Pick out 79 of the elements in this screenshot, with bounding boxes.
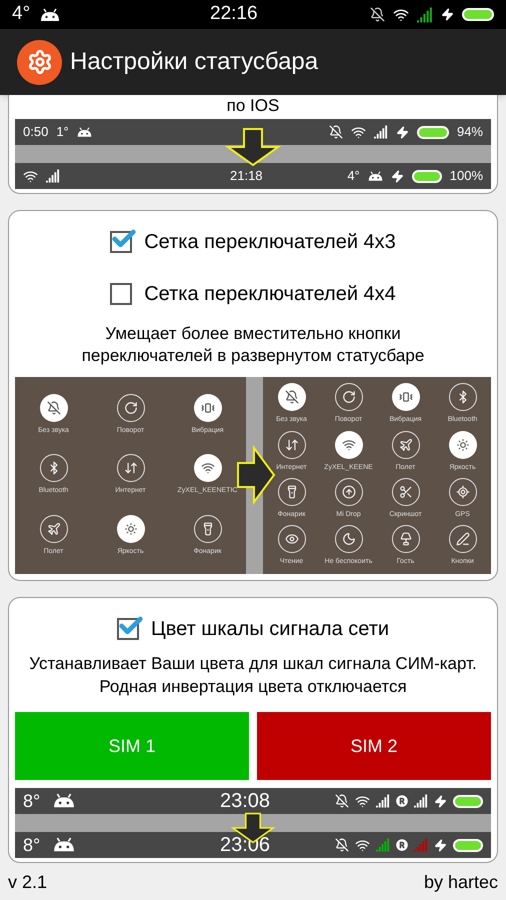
clock: 23:08 bbox=[218, 789, 270, 814]
wifi-icon bbox=[342, 438, 356, 452]
battery-percent: 94% bbox=[456, 123, 483, 142]
phone-vibrate-icon bbox=[398, 390, 412, 404]
caption-text: по IOS bbox=[226, 95, 280, 117]
rotate-icon bbox=[124, 400, 138, 415]
battery-icon bbox=[462, 8, 494, 21]
phone-vibrate-icon bbox=[200, 400, 214, 415]
battery-icon bbox=[412, 170, 442, 182]
bell-off-icon bbox=[335, 794, 349, 808]
right-arrow-icon bbox=[236, 445, 276, 505]
description-text: Устанавливает Ваши цвета для шкал сигнала СИМ-карт. Родная инвертация цвета отключается bbox=[28, 653, 478, 698]
logo-icon bbox=[17, 40, 62, 84]
location-icon bbox=[456, 484, 470, 499]
sun-icon bbox=[456, 438, 470, 452]
author-text: by hartec bbox=[424, 871, 498, 894]
android-icon bbox=[76, 126, 92, 138]
airplane-icon bbox=[398, 438, 412, 452]
android-icon bbox=[53, 837, 75, 853]
checkbox-label: Сетка переключателей 4x3 bbox=[144, 230, 396, 255]
temperature: 4° bbox=[347, 167, 360, 186]
signal-icon bbox=[376, 838, 390, 852]
pen-icon bbox=[456, 532, 470, 546]
arrows-icon bbox=[284, 438, 298, 452]
clock: 21:18 bbox=[230, 167, 263, 186]
sun-icon bbox=[124, 522, 138, 536]
temperature: 1° bbox=[56, 123, 69, 142]
android-icon bbox=[40, 8, 60, 22]
scissors-icon bbox=[398, 484, 412, 499]
eye-icon bbox=[284, 532, 298, 546]
temperature: 4° bbox=[12, 2, 32, 26]
bell-off-icon bbox=[46, 400, 60, 415]
lamp-icon bbox=[398, 532, 412, 546]
charging-icon bbox=[441, 8, 454, 21]
moon-icon bbox=[342, 532, 356, 546]
version-text: v 2.1 bbox=[8, 871, 48, 894]
wifi-icon bbox=[23, 168, 38, 184]
signal-icon bbox=[417, 6, 433, 22]
description-text: Умещает более вместительно кнопки переключателей в развернутом статусбаре bbox=[80, 323, 426, 367]
signal-icon bbox=[376, 794, 390, 808]
arrows-icon bbox=[124, 461, 138, 476]
wifi-icon bbox=[355, 838, 370, 852]
battery-icon bbox=[416, 126, 449, 138]
battery-percent: 100% bbox=[450, 167, 483, 186]
android-icon bbox=[53, 793, 75, 809]
bell-off-icon bbox=[328, 125, 343, 139]
android-icon bbox=[368, 170, 383, 182]
charging-icon bbox=[434, 838, 447, 852]
registered-icon bbox=[396, 839, 408, 851]
registered-icon bbox=[396, 795, 408, 807]
bell-off-icon bbox=[284, 390, 298, 404]
charging-icon bbox=[390, 170, 404, 182]
charging-icon bbox=[434, 794, 447, 808]
wifi-icon bbox=[200, 461, 214, 476]
temperature: 8° bbox=[23, 834, 42, 856]
clock: 22:16 bbox=[210, 2, 258, 26]
app-title: Настройки статусбара bbox=[70, 47, 318, 77]
bell-off-icon bbox=[370, 7, 385, 22]
charging-icon bbox=[396, 126, 409, 138]
down-arrow-icon bbox=[225, 127, 281, 167]
signal-icon bbox=[414, 794, 428, 808]
checkbox[interactable] bbox=[110, 283, 132, 305]
wifi-icon bbox=[355, 794, 370, 808]
sim-color-button[interactable]: SIM 2 bbox=[257, 712, 491, 780]
upload-icon bbox=[342, 484, 356, 499]
signal-icon bbox=[414, 838, 428, 852]
airplane-icon bbox=[46, 522, 60, 536]
signal-icon bbox=[374, 125, 388, 139]
rotate-icon bbox=[342, 390, 356, 404]
signal-icon bbox=[46, 169, 60, 183]
battery-icon bbox=[453, 838, 483, 852]
checkbox-label: Сетка переключателей 4x4 bbox=[144, 282, 396, 307]
wifi-icon bbox=[393, 6, 409, 22]
battery-icon bbox=[453, 794, 483, 808]
wifi-icon bbox=[350, 124, 366, 140]
clock: 0:50 bbox=[23, 123, 48, 142]
temperature: 8° bbox=[23, 790, 42, 812]
bell-off-icon bbox=[335, 838, 349, 852]
checkbox-label: Цвет шкалы сигнала сети bbox=[150, 617, 390, 642]
